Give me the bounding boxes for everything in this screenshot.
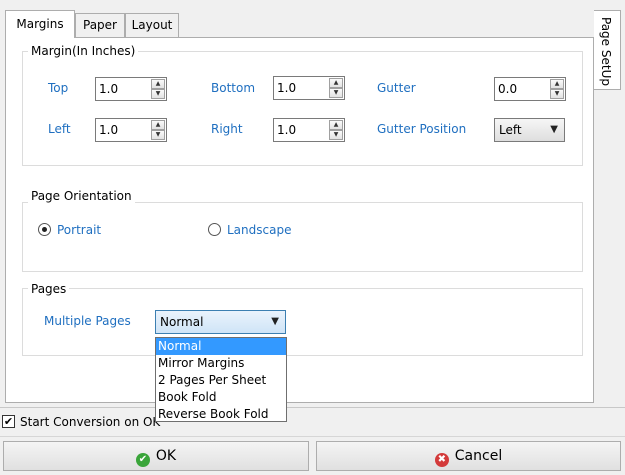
orientation-group (22, 202, 583, 272)
margin-group-title: Margin(In Inches) (28, 43, 139, 59)
dropdown-option[interactable]: Mirror Margins (156, 355, 286, 372)
top-input[interactable] (96, 78, 150, 100)
dropdown-option[interactable]: 2 Pages Per Sheet (156, 372, 286, 389)
tab-paper[interactable]: Paper (75, 13, 125, 37)
multiple-pages-value: Normal (160, 315, 204, 329)
right-input[interactable] (274, 119, 328, 141)
top-spinner: ▲▼ (95, 77, 167, 101)
gutter-position-label: Gutter Position (377, 122, 467, 136)
portrait-radio[interactable] (38, 223, 51, 236)
start-conversion-label[interactable]: Start Conversion on OK (20, 414, 160, 430)
right-label: Right (211, 122, 243, 136)
left-spinner: ▲▼ (95, 118, 167, 142)
multiple-pages-label: Multiple Pages (44, 314, 131, 328)
left-input[interactable] (96, 119, 150, 141)
gutter-input[interactable] (495, 78, 549, 100)
gutter-spin-up-button[interactable]: ▲ (550, 79, 564, 89)
right-spin-down-button[interactable]: ▼ (329, 130, 343, 140)
ok-button[interactable]: ✔ OK (3, 441, 309, 471)
separator (0, 407, 625, 408)
dropdown-option[interactable]: Normal (156, 338, 286, 355)
right-spin-up-button[interactable]: ▲ (329, 120, 343, 130)
top-label: Top (48, 81, 69, 95)
separator (0, 436, 625, 437)
page-setup-label: Page SetUp (599, 17, 613, 86)
dropdown-option[interactable]: Book Fold (156, 389, 286, 406)
bottom-spin-down-button[interactable]: ▼ (329, 88, 343, 98)
tab-page-setup[interactable]: Page SetUp (594, 10, 621, 90)
left-label: Left (48, 122, 71, 136)
chevron-down-icon: ▼ (550, 124, 558, 135)
orientation-group-title: Page Orientation (28, 188, 135, 204)
left-spin-down-button[interactable]: ▼ (151, 130, 165, 140)
top-spin-up-button[interactable]: ▲ (151, 79, 165, 89)
gutter-position-value: Left (499, 123, 522, 137)
gutter-position-select[interactable]: Left ▼ (494, 118, 565, 142)
margin-group (22, 51, 583, 166)
start-conversion-checkbox[interactable]: ✔ (2, 415, 15, 428)
gutter-spinner: ▲▼ (494, 77, 566, 101)
dropdown-option[interactable]: Reverse Book Fold (156, 406, 286, 423)
pages-group-title: Pages (28, 281, 70, 297)
landscape-label[interactable]: Landscape (227, 222, 291, 238)
bottom-spin-up-button[interactable]: ▲ (329, 78, 343, 88)
right-spinner: ▲▼ (273, 118, 345, 142)
cancel-button[interactable]: ✖ Cancel (316, 441, 621, 471)
landscape-radio[interactable] (208, 223, 221, 236)
check-icon: ✔ (135, 453, 150, 467)
bottom-input[interactable] (274, 77, 328, 99)
cancel-icon: ✖ (434, 453, 449, 467)
cancel-label: Cancel (454, 448, 503, 464)
left-spin-up-button[interactable]: ▲ (151, 120, 165, 130)
tab-layout[interactable]: Layout (125, 13, 179, 37)
multiple-pages-select[interactable]: Normal ▼ (155, 310, 286, 334)
multiple-pages-dropdown: Normal Mirror Margins 2 Pages Per Sheet … (155, 337, 287, 422)
tab-margins[interactable]: Margins (5, 10, 75, 38)
bottom-label: Bottom (211, 81, 256, 95)
portrait-label[interactable]: Portrait (57, 222, 101, 238)
gutter-label: Gutter (377, 81, 416, 95)
gutter-spin-down-button[interactable]: ▼ (550, 89, 564, 99)
ok-label: OK (155, 448, 177, 464)
chevron-down-icon: ▼ (271, 316, 279, 327)
bottom-spinner: ▲▼ (273, 76, 345, 100)
top-spin-down-button[interactable]: ▼ (151, 89, 165, 99)
tab-content-margins: Margin(In Inches) Top ▲▼ Bottom ▲▼ Gutte… (5, 37, 594, 403)
